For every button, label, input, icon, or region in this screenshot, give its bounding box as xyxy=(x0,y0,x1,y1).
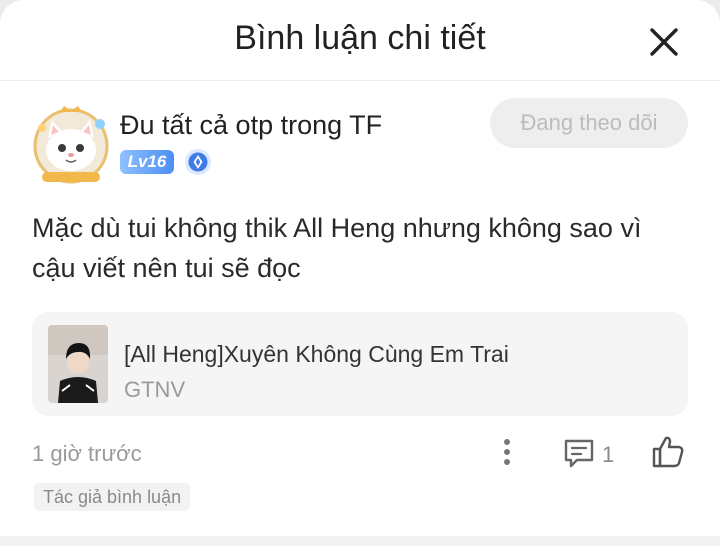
username[interactable]: Đu tất cả otp trong TF xyxy=(120,108,382,142)
more-options-icon[interactable] xyxy=(494,436,520,468)
author-comment-tag: Tác giả bình luận xyxy=(34,483,191,511)
comment-text: Mặc dù tui không thik All Heng nhưng khô… xyxy=(32,213,642,283)
book-author: GTNV xyxy=(124,377,186,402)
avatar[interactable] xyxy=(30,104,112,186)
verified-badge-icon xyxy=(185,149,211,175)
page-title: Bình luận chi tiết xyxy=(234,19,486,57)
divider xyxy=(0,536,720,546)
close-icon[interactable] xyxy=(640,18,688,66)
thumbs-up-icon[interactable] xyxy=(650,434,686,470)
level-badge: Lv16 xyxy=(120,150,174,174)
book-card[interactable]: [All Heng]Xuyên Không Cùng Em Trai GTNV xyxy=(32,312,688,416)
reply-icon[interactable] xyxy=(562,436,596,470)
book-cover-image xyxy=(48,325,108,403)
book-title: [All Heng]Xuyên Không Cùng Em Trai xyxy=(124,341,509,367)
reply-count: 1 xyxy=(602,442,615,467)
follow-button[interactable]: Đang theo dõi xyxy=(490,98,688,148)
comment-detail-sheet: Bình luận chi tiết Đu tất cả otp trong T… xyxy=(0,0,720,546)
comment-timestamp: 1 giờ trước xyxy=(32,441,142,466)
header: Bình luận chi tiết xyxy=(0,0,720,81)
